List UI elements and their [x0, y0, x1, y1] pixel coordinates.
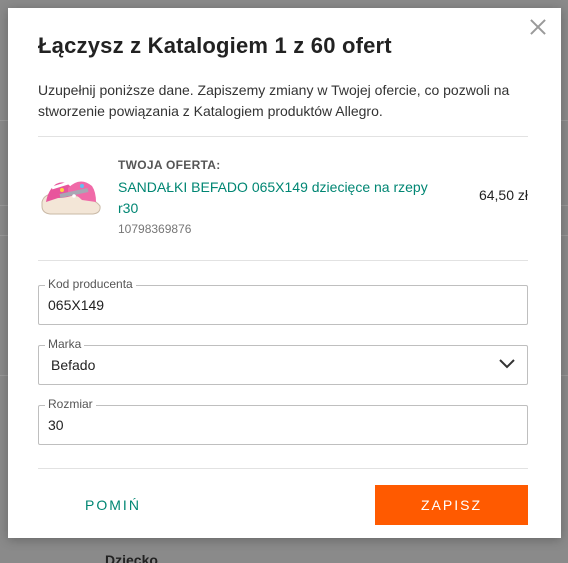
close-icon[interactable] — [527, 16, 549, 38]
offer-id: 10798369876 — [118, 222, 192, 236]
producer-code-value: 065X149 — [48, 297, 105, 313]
brand-label: Marka — [45, 337, 85, 351]
link-to-catalog-dialog: Łączysz z Katalogiem 1 z 60 ofert Uzupeł… — [8, 8, 561, 538]
offer-price: 64,50 zł — [478, 187, 528, 203]
save-button[interactable]: ZAPISZ — [375, 485, 528, 525]
offer-title-link[interactable]: SANDAŁKI BEFADO 065X149 dziecięce na rze… — [118, 177, 433, 219]
sandal-image — [41, 178, 101, 215]
dialog-description: Uzupełnij poniższe dane. Zapiszemy zmian… — [38, 82, 510, 119]
skip-button[interactable]: POMIŃ — [38, 485, 188, 525]
size-value: 30 — [48, 417, 64, 433]
producer-code-field[interactable]: Kod producenta 065X149 — [38, 277, 528, 325]
brand-select[interactable]: Marka Befado — [38, 337, 528, 385]
chevron-down-icon[interactable] — [499, 359, 515, 369]
divider — [38, 260, 528, 261]
producer-code-label: Kod producenta — [45, 277, 136, 291]
divider — [38, 136, 528, 137]
brand-value: Befado — [51, 357, 96, 373]
background-section-label: Dziecko — [105, 552, 158, 563]
size-field[interactable]: Rozmiar 30 — [38, 397, 528, 445]
dialog-title: Łączysz z Katalogiem 1 z 60 ofert — [38, 33, 392, 58]
divider — [38, 468, 528, 469]
offer-heading: TWOJA OFERTA: — [118, 158, 221, 172]
size-label: Rozmiar — [45, 397, 96, 411]
